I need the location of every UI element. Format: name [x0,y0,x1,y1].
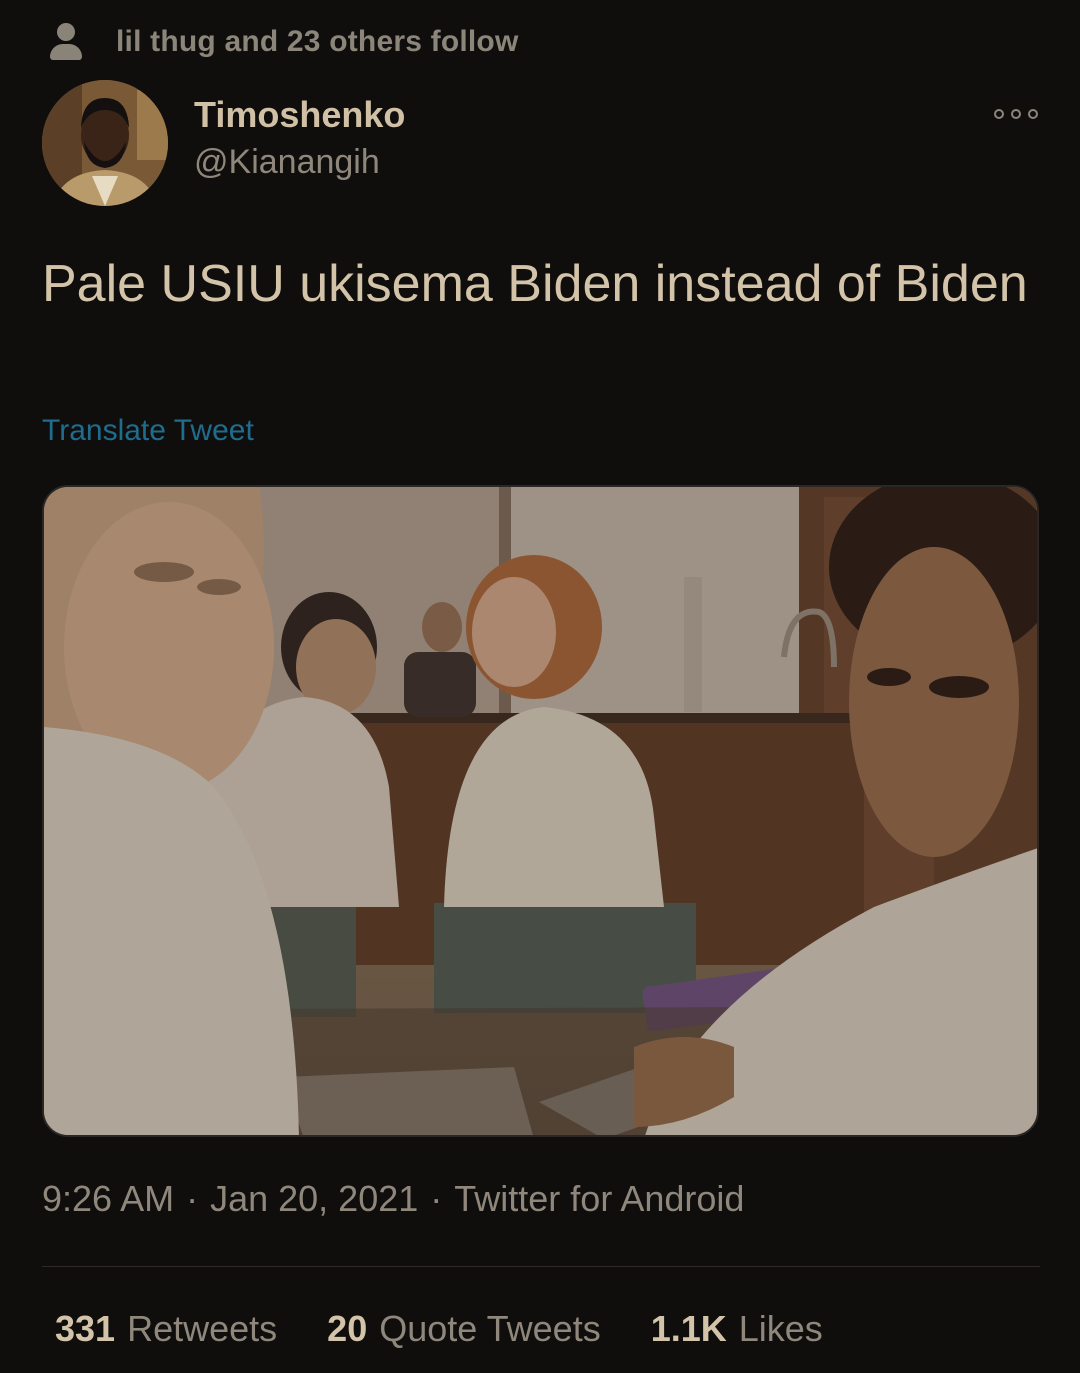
user-handle[interactable]: @Kianangih [194,140,405,184]
quote-tweets-stat[interactable]: 20 Quote Tweets [327,1308,601,1350]
more-options-button[interactable] [994,104,1038,124]
avatar[interactable] [42,80,168,206]
tweet-time: 9:26 AM [42,1178,175,1219]
retweets-stat[interactable]: 331 Retweets [55,1308,277,1350]
tweet-meta: 9:26 AM · Jan 20, 2021 · Twitter for Android [42,1178,744,1220]
retweets-count: 331 [55,1308,116,1349]
engagement-stats: 331 Retweets 20 Quote Tweets 1.1K Likes [55,1308,873,1350]
quote-tweets-label: Quote Tweets [379,1308,601,1349]
tweet-date: Jan 20, 2021 [210,1178,419,1219]
likes-stat[interactable]: 1.1K Likes [651,1308,823,1350]
tweet-text: Pale USIU ukisema Biden instead of Biden [42,255,1028,313]
display-name[interactable]: Timoshenko [194,94,405,136]
social-context[interactable]: lil thug and 23 others follow [48,20,518,64]
translate-tweet-link[interactable]: Translate Tweet [42,414,254,448]
quote-tweets-count: 20 [327,1308,368,1349]
meta-separator: · [186,1178,199,1219]
likes-label: Likes [738,1308,823,1349]
meta-separator: · [430,1178,443,1219]
retweets-label: Retweets [127,1308,278,1349]
tweet-detail: lil thug and 23 others follow Timoshenko… [0,0,1080,1373]
divider [42,1266,1040,1267]
person-icon [48,20,84,64]
social-context-text: lil thug and 23 others follow [116,25,519,58]
tweet-media-image[interactable] [42,485,1039,1137]
likes-count: 1.1K [650,1308,727,1349]
tweet-source[interactable]: Twitter for Android [454,1178,744,1219]
author-header: Timoshenko @Kianangih [42,80,405,206]
ellipsis-icon [994,109,1004,119]
